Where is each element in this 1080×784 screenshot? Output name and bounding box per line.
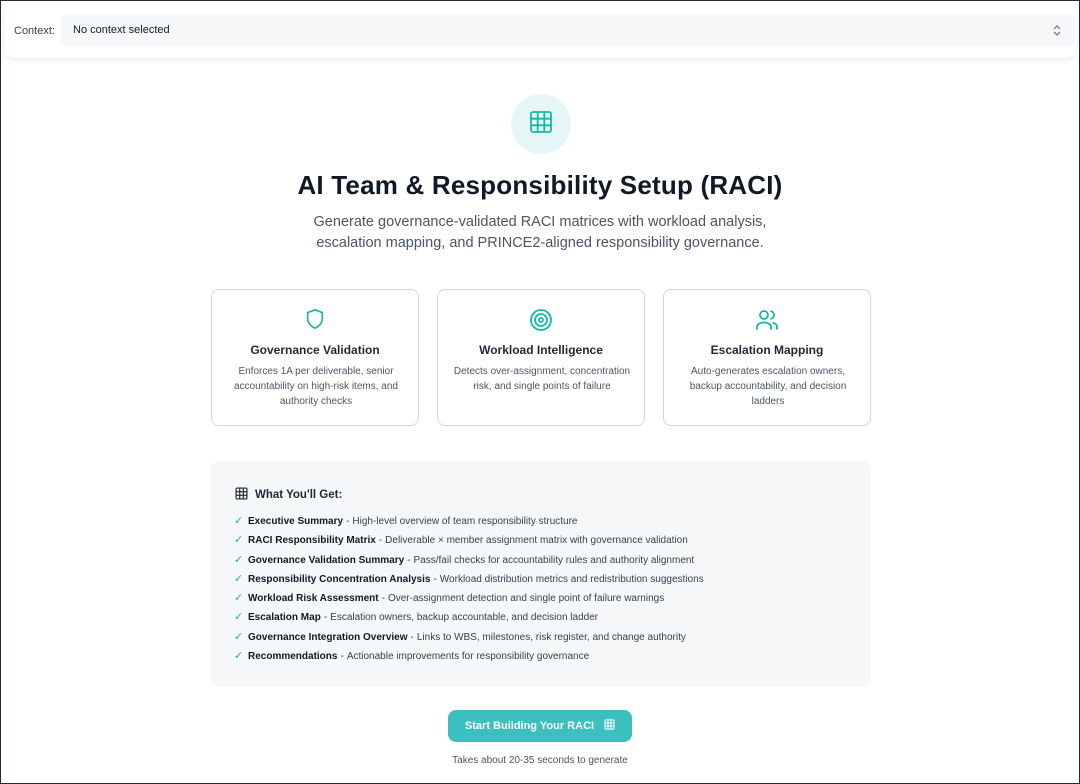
target-icon — [529, 308, 553, 337]
list-item: ✓ Governance Validation Summary - Pass/fail… — [234, 551, 704, 570]
feature-description: Auto-generates escalation owners, backup… — [689, 366, 847, 407]
deliverables-heading-text: What You'll Get: — [255, 489, 343, 501]
list-item: ✓ Governance Integration Overview - Links t… — [234, 628, 704, 647]
deliverables-list: ✓ Executive Summary - High-level overview o… — [234, 512, 704, 666]
hero-icon-badge — [511, 94, 571, 154]
context-label: Context: — [14, 25, 55, 37]
feature-title: Workload Intelligence — [479, 343, 603, 357]
check-icon: ✓ — [234, 534, 244, 547]
list-item: ✓ RACI Responsibility Matrix - Deliverable … — [234, 531, 704, 550]
context-select-value: No context selected — [73, 24, 170, 36]
page-title: AI Team & Responsibility Setup (RACI) — [297, 170, 783, 200]
context-bar: Context: No context selected — [4, 4, 1076, 58]
list-item: ✓ Escalation Map - Escalation owners, backu… — [234, 608, 704, 627]
feature-title: Governance Validation — [250, 343, 380, 357]
start-building-button[interactable]: Start Building Your RACI — [448, 710, 632, 742]
page-subtitle: Generate governance-validated RACI matri… — [313, 214, 767, 251]
check-icon: ✓ — [234, 592, 244, 605]
users-icon — [755, 308, 779, 337]
feature-description: Detects over-assignment, concentration r… — [453, 366, 631, 392]
list-item: ✓ Recommendations - Actionable improvements… — [234, 647, 704, 666]
check-icon: ✓ — [234, 572, 244, 585]
chevron-up-down-icon — [1053, 24, 1061, 36]
feature-card-workload: Workload Intelligence Detects over-assig… — [437, 289, 645, 426]
feature-card-escalation: Escalation Mapping Auto-generates escala… — [663, 289, 871, 426]
check-icon: ✓ — [234, 630, 244, 643]
grid-icon — [529, 110, 553, 139]
check-icon: ✓ — [234, 553, 244, 566]
deliverables-heading: What You'll Get: — [235, 487, 342, 503]
grid-icon — [594, 719, 615, 733]
start-building-label: Start Building Your RACI — [464, 720, 595, 732]
context-select[interactable]: No context selected — [61, 14, 1075, 46]
list-item: ✓ Workload Risk Assessment - Over-assignmen… — [234, 589, 704, 608]
list-item: ✓ Responsibility Concentration Analysis - W… — [234, 570, 704, 589]
check-icon: ✓ — [234, 515, 244, 527]
grid-icon — [235, 487, 255, 503]
check-icon: ✓ — [234, 611, 244, 624]
list-item: ✓ Executive Summary - High-level overview o… — [234, 512, 704, 531]
check-icon: ✓ — [234, 650, 244, 663]
deliverables-panel: What You'll Get: ✓ Executive Summary - High… — [211, 461, 871, 687]
feature-title: Escalation Mapping — [710, 343, 824, 357]
generation-time-note: Takes about 20-35 seconds to generate — [452, 755, 628, 766]
feature-description: Enforces 1A per deliverable, senior acco… — [234, 366, 398, 407]
feature-card-governance: Governance Validation Enforces 1A per de… — [211, 289, 419, 426]
shield-icon — [304, 308, 326, 335]
